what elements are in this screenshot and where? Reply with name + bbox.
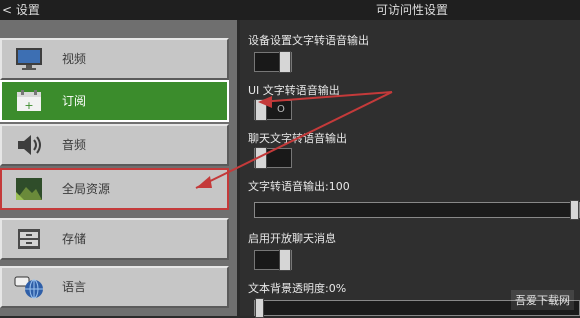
sidebar-item-label: 全局资源	[62, 182, 111, 196]
monitor-icon	[16, 48, 42, 70]
toggle-knob	[255, 99, 267, 121]
tts-device-label: 设备设置文字转语音输出	[248, 34, 369, 47]
back-button[interactable]: < 设置	[0, 0, 40, 20]
tts-chat-label: 聊天文字转语音输出	[248, 132, 347, 145]
sidebar-item-storage[interactable]: 存储	[0, 218, 229, 260]
sidebar-item-label: 视频	[62, 52, 87, 66]
sidebar-item-label: 音频	[62, 138, 87, 152]
tts-volume-slider[interactable]	[254, 200, 580, 220]
site-watermark: 吾爱下载网	[511, 290, 574, 310]
slider-thumb[interactable]	[255, 298, 264, 318]
page-title: 可访问性设置	[376, 3, 449, 17]
chevron-left-icon: <	[2, 3, 13, 17]
accessibility-settings-panel: 设备设置文字转语音输出 UI 文字转语音输出 O 聊天文字转语音输出 文字转语音…	[240, 20, 580, 318]
tts-ui-toggle[interactable]: O	[254, 99, 292, 121]
toggle-state-text: O	[277, 104, 285, 115]
slider-thumb[interactable]	[570, 200, 579, 220]
calendar-icon: +	[17, 90, 41, 112]
sidebar-item-global-resources[interactable]: 全局资源	[0, 168, 229, 210]
tts-device-toggle[interactable]	[254, 51, 292, 73]
sidebar-item-label: 订阅	[62, 94, 87, 108]
landscape-icon	[16, 178, 42, 200]
speaker-icon	[18, 135, 41, 155]
tts-volume-label: 文字转语音输出:100	[248, 180, 350, 193]
sidebar-item-subscription[interactable]: + 订阅	[0, 80, 229, 122]
open-chat-label: 启用开放聊天消息	[248, 232, 336, 245]
open-chat-toggle[interactable]	[254, 249, 292, 271]
tts-chat-toggle[interactable]	[254, 147, 292, 169]
tts-ui-label: UI 文字转语音输出	[248, 84, 340, 97]
bg-opacity-label: 文本背景透明度:0%	[248, 282, 347, 295]
globe-chat-icon	[14, 276, 43, 299]
toggle-knob	[255, 147, 267, 169]
sidebar-item-language[interactable]: 语言	[0, 266, 229, 308]
sidebar-item-video[interactable]: 视频	[0, 38, 229, 80]
sidebar-item-audio[interactable]: 音频	[0, 124, 229, 166]
back-label: 设置	[15, 3, 40, 17]
toggle-knob	[279, 51, 291, 73]
sidebar-item-label: 语言	[62, 280, 87, 294]
sidebar: 视频 + 订阅 音频 全局资源 存储 语言	[0, 20, 237, 316]
sidebar-item-label: 存储	[62, 232, 87, 246]
toggle-knob	[279, 249, 291, 271]
svg-text:+: +	[24, 99, 33, 112]
drawer-icon	[18, 229, 40, 249]
top-bar: < 设置 可访问性设置	[0, 0, 580, 20]
